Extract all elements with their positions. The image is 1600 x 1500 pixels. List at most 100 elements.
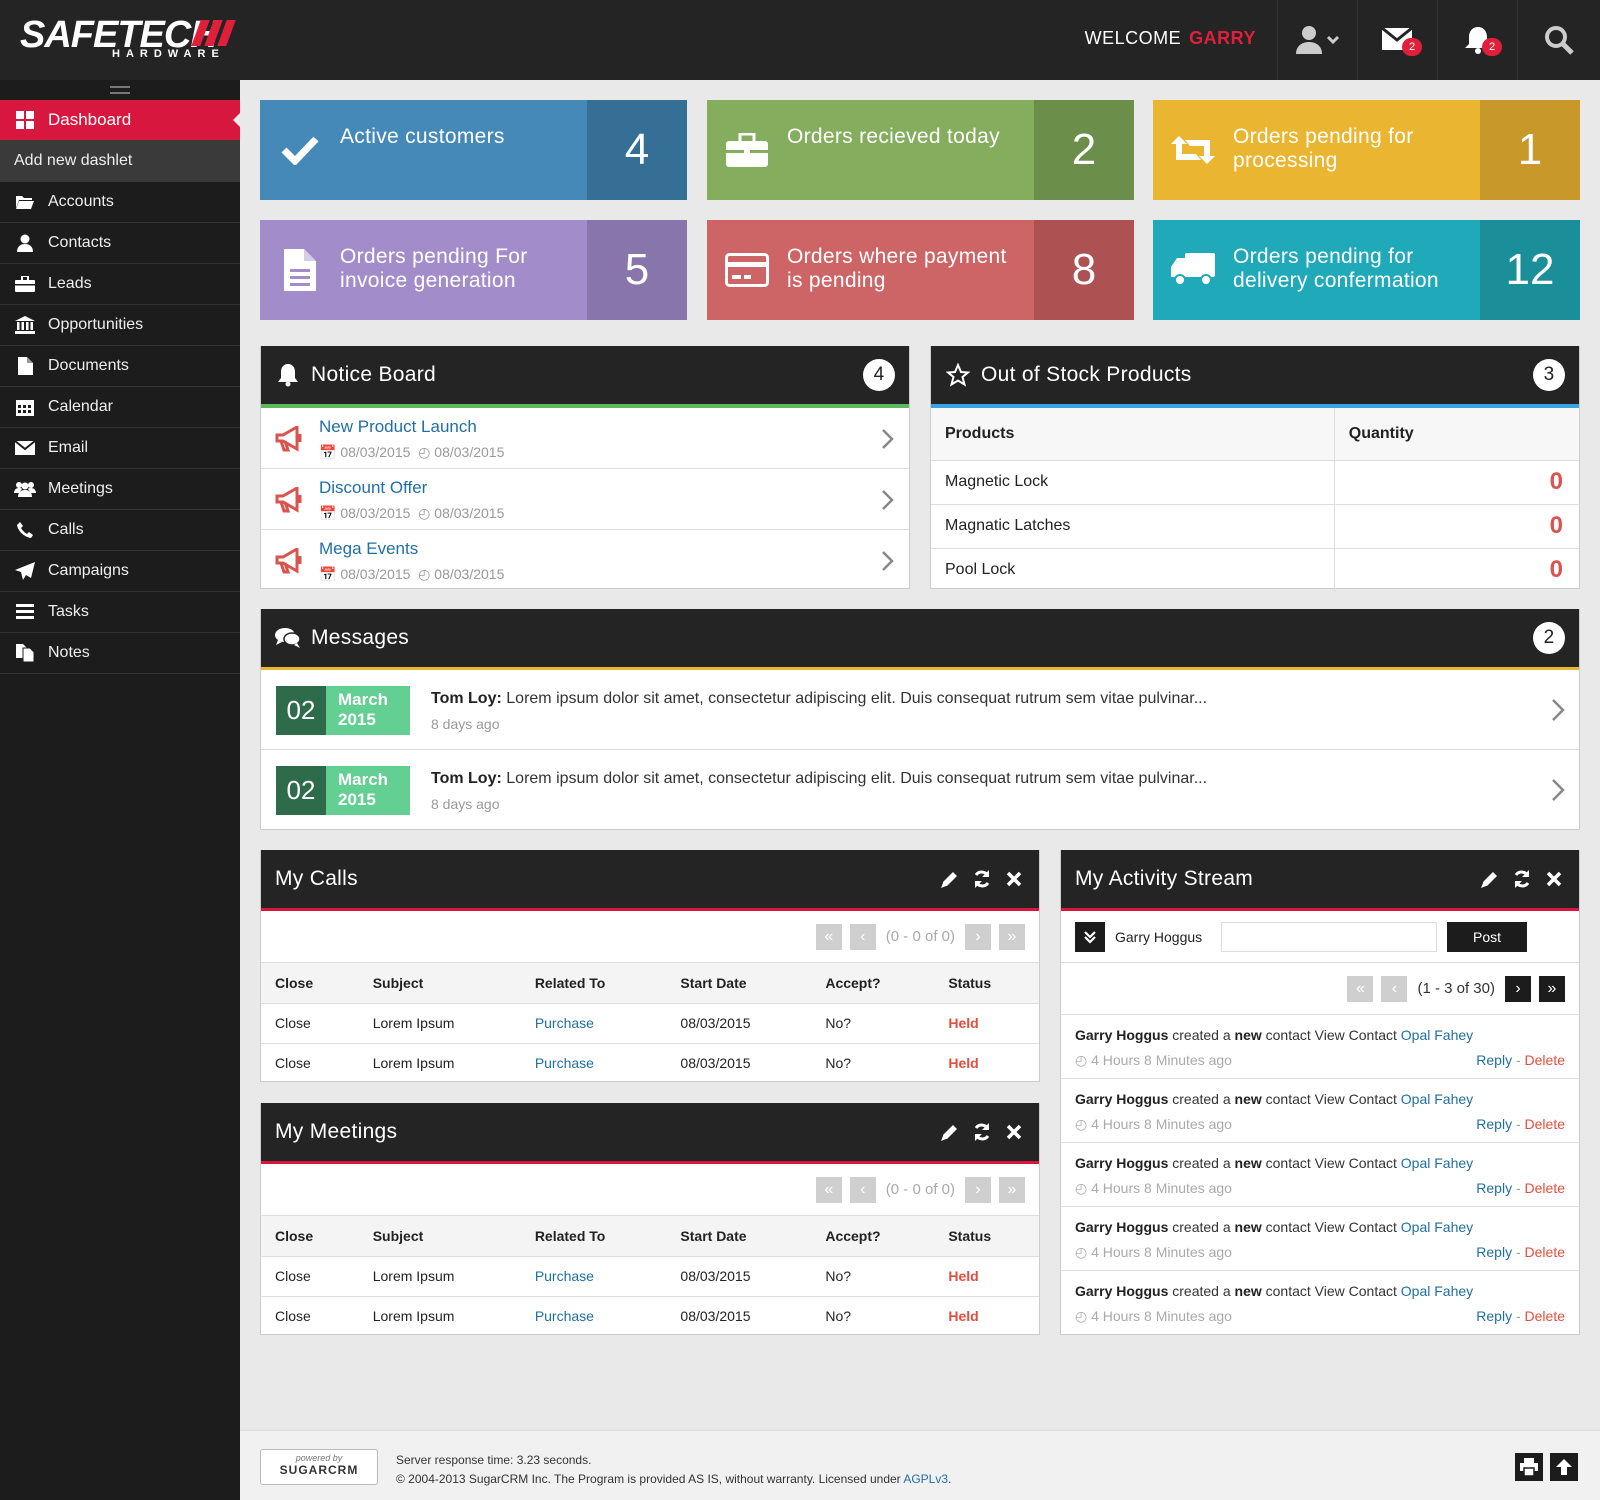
message-item[interactable]: 02 March 2015 Tom Loy: Lorem ipsum dolor … [261,670,1579,750]
delete-link[interactable]: Delete [1525,1180,1565,1196]
sidebar-toggle[interactable] [0,80,240,100]
first-page-button[interactable]: « [815,923,842,950]
next-page-button[interactable]: › [965,1176,991,1203]
delete-link[interactable]: Delete [1525,1052,1565,1068]
post-button[interactable]: Post [1447,921,1527,952]
column-header[interactable]: Accept? [811,963,935,1004]
tile-delivery-pending[interactable]: Orders pending for delivery confermation… [1153,220,1580,320]
contact-link[interactable]: Opal Fahey [1401,1091,1473,1107]
sidebar-item-documents[interactable]: Documents [0,346,240,387]
edit-button[interactable] [939,868,961,890]
column-header[interactable]: Close [261,1216,359,1257]
close-link[interactable]: Close [261,1256,359,1297]
edit-button[interactable] [939,1121,961,1143]
sidebar-item-calendar[interactable]: Calendar [0,387,240,428]
activity-author[interactable]: Garry Hoggus [1075,1155,1168,1171]
notice-item[interactable]: Mega Events 📅 08/03/2015 ◴ 08/03/2015 [261,530,909,591]
column-header[interactable]: Start Date [666,1216,812,1257]
license-link[interactable]: AGPLv3 [903,1472,948,1486]
sidebar-item-leads[interactable]: Leads [0,264,240,305]
sidebar-item-dashboard[interactable]: Dashboard [0,100,241,140]
next-page-button[interactable]: › [1505,975,1531,1002]
refresh-button[interactable] [971,1121,993,1143]
last-page-button[interactable]: » [999,923,1025,950]
refresh-button[interactable] [1511,868,1533,890]
close-link[interactable]: Close [261,1043,359,1083]
column-header[interactable]: Related To [520,1216,667,1257]
tile-orders-processing[interactable]: Orders pending for processing 1 [1153,100,1580,200]
column-header[interactable]: Close [261,963,359,1004]
sidebar-item-meetings[interactable]: Meetings [0,469,240,510]
notice-item[interactable]: Discount Offer 📅 08/03/2015 ◴ 08/03/2015 [261,469,909,530]
sidebar-item-notes[interactable]: Notes [0,633,240,674]
contact-link[interactable]: Opal Fahey [1401,1155,1473,1171]
notifications-button[interactable]: 2 [1437,0,1517,80]
reply-link[interactable]: Reply [1476,1244,1512,1260]
brand-logo[interactable]: SAFETECH HARDWARE [20,14,240,66]
column-header[interactable]: Related To [520,963,667,1004]
meeting-subject[interactable]: Lorem Ipsum [358,1256,521,1297]
contact-link[interactable]: Opal Fahey [1401,1283,1473,1299]
call-subject[interactable]: Lorem Ipsum [358,1003,521,1044]
delete-link[interactable]: Delete [1525,1116,1565,1132]
scroll-top-button[interactable] [1550,1453,1578,1481]
activity-author[interactable]: Garry Hoggus [1075,1219,1168,1235]
column-header[interactable]: Accept? [811,1216,935,1257]
delete-link[interactable]: Delete [1525,1308,1565,1324]
related-link[interactable]: Purchase [521,1043,667,1083]
sidebar-item-campaigns[interactable]: Campaigns [0,551,240,592]
last-page-button[interactable]: » [999,1176,1025,1203]
reply-link[interactable]: Reply [1476,1116,1512,1132]
close-button[interactable] [1003,1121,1025,1143]
column-header[interactable]: Status [934,963,1039,1004]
related-link[interactable]: Purchase [520,1003,667,1044]
user-menu-button[interactable] [1277,0,1357,80]
column-header[interactable]: Start Date [666,963,812,1004]
first-page-button[interactable]: « [815,1176,842,1203]
first-page-button[interactable]: « [1347,975,1374,1002]
activity-author[interactable]: Garry Hoggus [1075,1283,1168,1299]
related-link[interactable]: Purchase [521,1296,667,1336]
activity-author[interactable]: Garry Hoggus [1075,1091,1168,1107]
sidebar-item-calls[interactable]: Calls [0,510,240,551]
next-page-button[interactable]: › [965,923,991,950]
meeting-accept[interactable]: No? [811,1256,935,1297]
sidebar-item-opportunities[interactable]: Opportunities [0,305,240,346]
edit-button[interactable] [1479,868,1501,890]
add-dashlet-button[interactable]: Add new dashlet [0,140,240,182]
refresh-button[interactable] [971,868,993,890]
mail-button[interactable]: 2 [1357,0,1437,80]
print-button[interactable] [1515,1453,1543,1481]
reply-link[interactable]: Reply [1476,1180,1512,1196]
tile-invoice-pending[interactable]: Orders pending For invoice generation 5 [260,220,687,320]
contact-link[interactable]: Opal Fahey [1401,1219,1473,1235]
column-header[interactable]: Subject [358,1216,521,1257]
close-button[interactable] [1543,868,1565,890]
call-accept[interactable]: No? [811,1003,935,1044]
activity-author[interactable]: Garry Hoggus [1075,1027,1168,1043]
message-item[interactable]: 02 March 2015 Tom Loy: Lorem ipsum dolor … [261,750,1579,830]
sidebar-item-contacts[interactable]: Contacts [0,223,240,264]
close-link[interactable]: Close [261,1003,359,1044]
close-button[interactable] [1003,868,1025,890]
activity-post-input[interactable] [1221,921,1437,952]
expand-button[interactable] [1075,921,1105,952]
sidebar-item-tasks[interactable]: Tasks [0,592,240,633]
delete-link[interactable]: Delete [1525,1244,1565,1260]
call-subject[interactable]: Lorem Ipsum [359,1043,521,1083]
reply-link[interactable]: Reply [1476,1308,1512,1324]
close-link[interactable]: Close [261,1296,359,1336]
prev-page-button[interactable]: ‹ [849,923,876,950]
tile-active-customers[interactable]: Active customers 4 [260,100,687,200]
sidebar-item-email[interactable]: Email [0,428,240,469]
powered-by-badge[interactable]: powered by SUGARCRM [260,1449,378,1485]
welcome-user[interactable]: GARRY [1189,28,1256,48]
tile-payment-pending[interactable]: Orders where payment is pending 8 [707,220,1134,320]
last-page-button[interactable]: » [1539,975,1565,1002]
tile-orders-received[interactable]: Orders recieved today 2 [707,100,1134,200]
contact-link[interactable]: Opal Fahey [1401,1027,1473,1043]
column-header[interactable]: Status [934,1216,1039,1257]
meeting-accept[interactable]: No? [811,1296,934,1336]
related-link[interactable]: Purchase [520,1256,667,1297]
reply-link[interactable]: Reply [1476,1052,1512,1068]
